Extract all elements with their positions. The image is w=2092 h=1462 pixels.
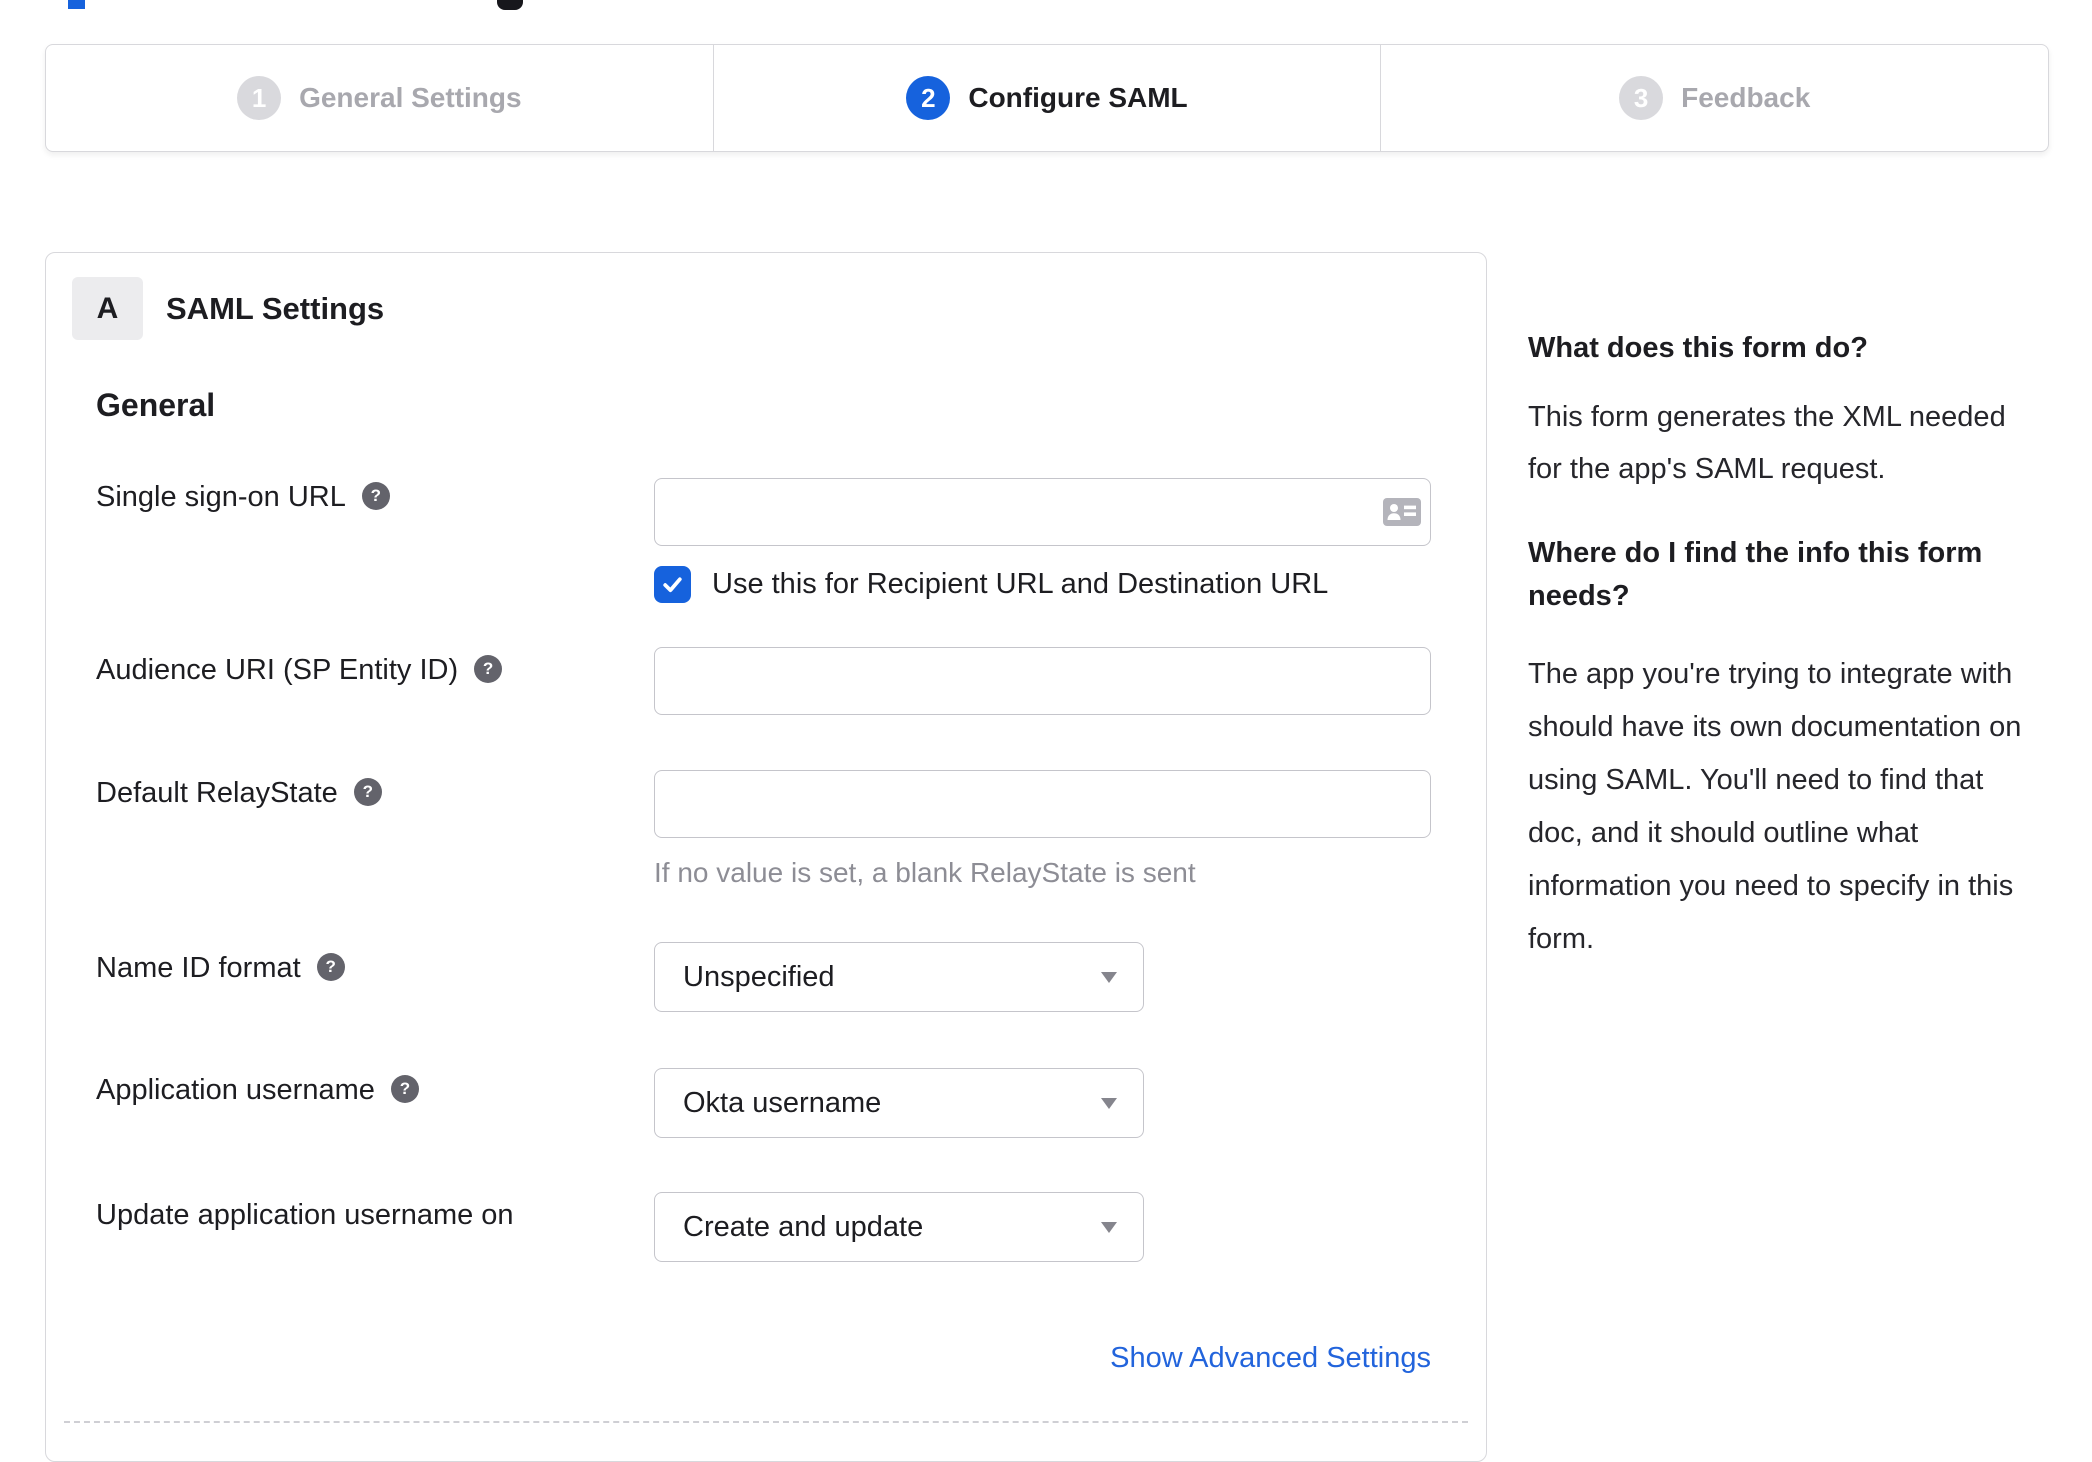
- name-id-format-value: Unspecified: [683, 961, 835, 993]
- step-configure-saml[interactable]: 2 Configure SAML: [712, 45, 1381, 151]
- application-username-value: Okta username: [683, 1087, 882, 1119]
- step-3-number-badge: 3: [1619, 76, 1664, 120]
- name-id-format-label: Name ID format?: [96, 950, 345, 986]
- check-icon: [663, 577, 682, 593]
- default-relaystate-label: Default RelayState?: [96, 775, 382, 811]
- step-3-label: Feedback: [1681, 82, 1811, 113]
- section-a-badge: A: [72, 277, 143, 340]
- wizard-stepper: 1 General Settings 2 Configure SAML 3 Fe…: [45, 44, 2049, 152]
- help-icon[interactable]: ?: [474, 655, 503, 684]
- step-2-label: Configure SAML: [968, 82, 1188, 113]
- single-sign-on-url-input[interactable]: [654, 478, 1431, 546]
- help-sidebar: What does this form do? This form genera…: [1528, 326, 2088, 966]
- step-1-number-badge: 1: [237, 76, 282, 120]
- help-icon[interactable]: ?: [390, 1075, 419, 1104]
- recipient-destination-checkbox-label: Use this for Recipient URL and Destinati…: [712, 568, 1329, 600]
- step-general-settings[interactable]: 1 General Settings: [46, 45, 713, 151]
- audience-uri-input[interactable]: [654, 647, 1431, 715]
- chevron-down-icon: [1101, 972, 1117, 983]
- update-application-username-value: Create and update: [683, 1211, 924, 1243]
- update-application-username-label: Update application username on: [96, 1199, 514, 1231]
- cutoff-header-icon-fragment: [497, 0, 523, 10]
- step-feedback[interactable]: 3 Feedback: [1380, 45, 2048, 151]
- help-icon[interactable]: ?: [353, 778, 382, 807]
- default-relaystate-input[interactable]: [654, 770, 1431, 838]
- general-group-title: General: [96, 387, 216, 423]
- application-username-select[interactable]: Okta username: [654, 1068, 1144, 1138]
- application-username-label: Application username?: [96, 1072, 419, 1108]
- relaystate-helper-text: If no value is set, a blank RelayState i…: [654, 857, 1196, 888]
- audience-uri-label: Audience URI (SP Entity ID)?: [96, 652, 503, 688]
- help-icon[interactable]: ?: [361, 482, 390, 511]
- sidebar-heading-where: Where do I find the info this form needs…: [1528, 537, 1983, 612]
- step-2-number-badge: 2: [906, 76, 951, 120]
- name-id-format-select[interactable]: Unspecified: [654, 942, 1144, 1012]
- single-sign-on-url-field: [654, 478, 1431, 546]
- audience-uri-field: [654, 647, 1431, 715]
- panel-title: SAML Settings: [166, 291, 385, 326]
- show-advanced-settings-link[interactable]: Show Advanced Settings: [1110, 1340, 1431, 1376]
- step-1-label: General Settings: [299, 82, 522, 113]
- sidebar-body-where: The app you're trying to integrate with …: [1528, 658, 2022, 955]
- contact-card-icon: [1383, 498, 1421, 526]
- sidebar-heading-what: What does this form do?: [1528, 332, 1868, 364]
- cutoff-logo-fragment: [68, 0, 85, 9]
- chevron-down-icon: [1101, 1222, 1117, 1233]
- help-icon[interactable]: ?: [316, 953, 345, 982]
- chevron-down-icon: [1101, 1098, 1117, 1109]
- single-sign-on-url-label: Single sign-on URL?: [96, 479, 390, 515]
- default-relaystate-field: [654, 770, 1431, 838]
- section-dashed-divider: [64, 1421, 1468, 1423]
- recipient-destination-checkbox[interactable]: [654, 566, 691, 603]
- update-application-username-select[interactable]: Create and update: [654, 1192, 1144, 1262]
- sidebar-body-what: This form generates the XML needed for t…: [1528, 401, 2006, 485]
- saml-settings-panel: A SAML Settings General Single sign-on U…: [45, 252, 1487, 1462]
